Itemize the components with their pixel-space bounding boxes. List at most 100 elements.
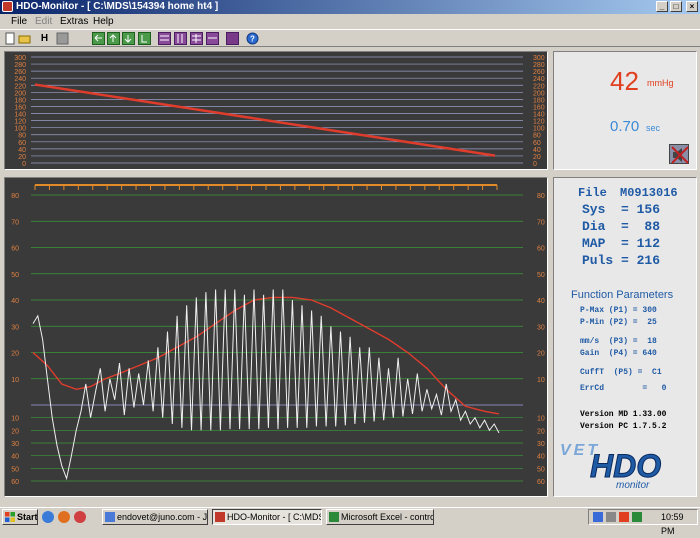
pressure-tick-right: 160 [533, 104, 545, 111]
pressure-tick-left: 0 [22, 161, 26, 168]
waveform-tick-right: 20 [537, 428, 545, 435]
function-parameters-title: Function Parameters [571, 289, 674, 301]
ie-quicklaunch-icon[interactable] [42, 511, 54, 523]
param-p4: Gain (P4) = 640 [580, 349, 657, 358]
param-p1: P-Max (P1) = 300 [580, 306, 657, 315]
menu-extras[interactable]: Extras [60, 15, 88, 28]
map-value: MAP = 112 [582, 236, 661, 251]
green-tool-1-icon[interactable] [92, 32, 105, 45]
no-sound-icon[interactable] [669, 144, 689, 164]
waveform-tick-left: 60 [11, 479, 19, 486]
waveform-tick-right: 30 [537, 441, 545, 448]
pressure-tick-right: 300 [533, 55, 545, 62]
pressure-tick-right: 100 [533, 126, 545, 133]
taskbar: Start endovet@juno.com - Juno HDO-Monito… [0, 507, 700, 536]
waveform-tick-right: 60 [537, 479, 545, 486]
green-tool-3-icon[interactable] [122, 32, 135, 45]
waveform-tick-left: 20 [11, 428, 19, 435]
waveform-tick-right: 40 [537, 454, 545, 461]
purple-tool-5-icon[interactable] [226, 32, 239, 45]
dia-value: Dia = 88 [582, 219, 661, 234]
taskbar-excel[interactable]: Microsoft Excel - control ... [326, 509, 434, 525]
taskbar-hdo-monitor[interactable]: HDO-Monitor - [ C:\MDS\... [212, 509, 322, 525]
waveform-tick-left: 80 [11, 193, 19, 200]
purple-tool-4-icon[interactable] [206, 32, 219, 45]
waveform-tick-left: 50 [11, 272, 19, 279]
waveform-tick-left: 70 [11, 219, 19, 226]
pressure-tick-right: 140 [533, 112, 545, 119]
minimize-button[interactable]: _ [656, 1, 668, 12]
pressure-chart: 300 300 280 280 260 260 240 240 220 220 200 200 180 1… [4, 51, 548, 170]
param-p2: P-Min (P2) = 25 [580, 318, 657, 327]
h-button[interactable]: H [38, 32, 51, 45]
pressure-tick-right: 60 [533, 140, 541, 147]
tray-icon-2[interactable] [606, 512, 616, 522]
file-label: File [578, 186, 607, 200]
pressure-tick-left: 60 [18, 140, 26, 147]
tray-icon-3[interactable] [619, 512, 629, 522]
version-pc: Version PC 1.7.5.2 [580, 422, 667, 431]
waveform-tick-right: 10 [537, 416, 545, 423]
pressure-tick-right: 260 [533, 69, 545, 76]
pressure-tick-left: 100 [14, 126, 26, 133]
mail-quicklaunch-icon[interactable] [58, 511, 70, 523]
menu-help[interactable]: Help [93, 15, 114, 28]
maximize-button[interactable]: □ [670, 1, 682, 12]
pressure-tick-right: 0 [533, 161, 537, 168]
pressure-tick-right: 40 [533, 147, 541, 154]
system-tray: 10:59 PM [588, 509, 698, 536]
waveform-tick-left: 30 [11, 324, 19, 331]
start-button[interactable]: Start [2, 509, 38, 525]
green-tool-4-icon[interactable] [138, 32, 151, 45]
new-file-icon[interactable] [4, 32, 17, 45]
param-errcd: ErrCd = 0 [580, 384, 667, 393]
tray-icon-4[interactable] [632, 512, 642, 522]
app-icon [2, 1, 13, 12]
purple-tool-3-icon[interactable] [190, 32, 203, 45]
pressure-tick-right: 80 [533, 133, 541, 140]
stop-icon[interactable] [56, 32, 69, 45]
purple-tool-2-icon[interactable] [174, 32, 187, 45]
tray-icon-1[interactable] [593, 512, 603, 522]
app-window: HDO-Monitor - [ C:\MDS\154394 home ht4 ]… [0, 0, 700, 507]
pressure-tick-right: 200 [533, 90, 545, 97]
readout-panel: 42 mmHg 0.70 sec [553, 51, 697, 170]
waveform-tick-right: 70 [537, 219, 545, 226]
pressure-tick-left: 260 [14, 69, 26, 76]
menu-bar: File Edit Extras Help [0, 14, 700, 29]
open-folder-icon[interactable] [18, 32, 31, 45]
close-button[interactable]: × [686, 1, 698, 12]
title-bar: HDO-Monitor - [ C:\MDS\154394 home ht4 ]… [0, 0, 700, 14]
window-title: HDO-Monitor - [ C:\MDS\154394 home ht4 ] [16, 1, 219, 12]
waveform-tick-left: 60 [11, 246, 19, 253]
oscillation-line [32, 289, 500, 481]
waveform-tick-left: 40 [11, 454, 19, 461]
help-icon[interactable]: ? [246, 32, 259, 45]
time-unit: sec [646, 123, 661, 133]
start-label: Start [17, 512, 38, 522]
waveform-tick-left: 50 [11, 466, 19, 473]
waveform-tick-right: 10 [537, 377, 545, 384]
pressure-tick-right: 220 [533, 83, 545, 90]
file-value: M0913016 [620, 186, 678, 200]
pressure-unit: mmHg [647, 78, 674, 88]
green-tool-2-icon[interactable] [107, 32, 120, 45]
app-quicklaunch-icon[interactable] [74, 511, 86, 523]
svg-text:?: ? [250, 35, 255, 44]
pressure-tick-left: 240 [14, 76, 26, 83]
waveform-tick-left: 40 [11, 298, 19, 305]
logo-monitor: monitor [616, 480, 650, 491]
purple-tool-1-icon[interactable] [158, 32, 171, 45]
waveform-tick-right: 50 [537, 272, 545, 279]
waveform-tick-left: 10 [11, 416, 19, 423]
pressure-tick-left: 180 [14, 97, 26, 104]
info-panel: File M0913016 Sys = 156 Dia = 88 MAP = 1… [553, 177, 697, 497]
waveform-tick-left: 10 [11, 377, 19, 384]
pressure-tick-left: 220 [14, 83, 26, 90]
menu-edit[interactable]: Edit [35, 15, 52, 28]
taskbar-juno[interactable]: endovet@juno.com - Juno [102, 509, 208, 525]
pressure-tick-left: 160 [14, 104, 26, 111]
pressure-line [34, 83, 496, 157]
menu-file[interactable]: File [11, 15, 27, 28]
excel-icon [329, 512, 339, 522]
